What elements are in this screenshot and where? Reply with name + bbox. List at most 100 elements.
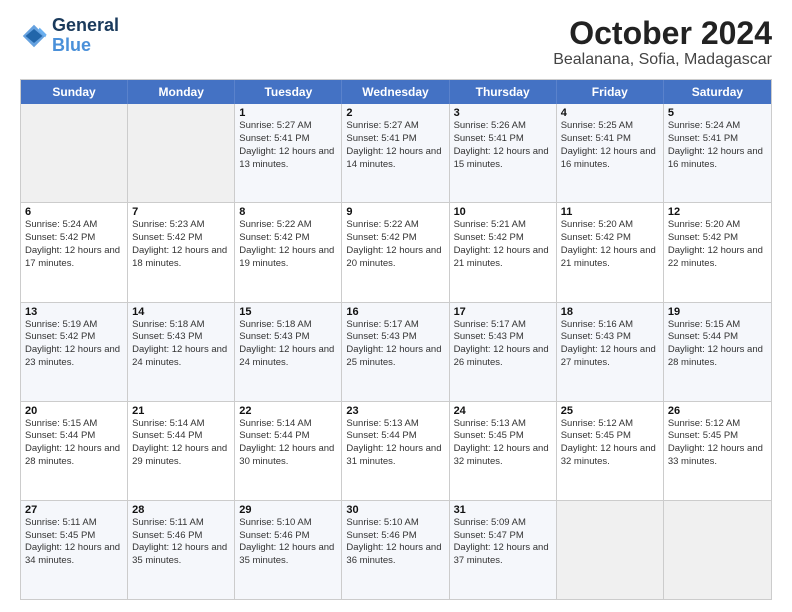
sunrise-text: Sunrise: 5:10 AM <box>346 517 444 530</box>
calendar-cell: 1Sunrise: 5:27 AMSunset: 5:41 PMDaylight… <box>235 104 342 202</box>
sunrise-text: Sunrise: 5:12 AM <box>561 418 659 431</box>
calendar-row-4: 20Sunrise: 5:15 AMSunset: 5:44 PMDayligh… <box>21 401 771 500</box>
daylight-text: Daylight: 12 hours and 20 minutes. <box>346 245 444 271</box>
sunset-text: Sunset: 5:43 PM <box>561 331 659 344</box>
sunset-text: Sunset: 5:46 PM <box>346 530 444 543</box>
sunrise-text: Sunrise: 5:14 AM <box>239 418 337 431</box>
daylight-text: Daylight: 12 hours and 24 minutes. <box>239 344 337 370</box>
daylight-text: Daylight: 12 hours and 17 minutes. <box>25 245 123 271</box>
calendar-cell: 2Sunrise: 5:27 AMSunset: 5:41 PMDaylight… <box>342 104 449 202</box>
daylight-text: Daylight: 12 hours and 21 minutes. <box>561 245 659 271</box>
calendar-cell: 30Sunrise: 5:10 AMSunset: 5:46 PMDayligh… <box>342 501 449 599</box>
sunset-text: Sunset: 5:43 PM <box>239 331 337 344</box>
sunset-text: Sunset: 5:42 PM <box>132 232 230 245</box>
daylight-text: Daylight: 12 hours and 22 minutes. <box>668 245 767 271</box>
calendar-subtitle: Bealanana, Sofia, Madagascar <box>553 51 772 69</box>
sunset-text: Sunset: 5:47 PM <box>454 530 552 543</box>
sunset-text: Sunset: 5:41 PM <box>561 133 659 146</box>
logo-icon <box>20 22 48 50</box>
day-number: 26 <box>668 405 767 417</box>
sunset-text: Sunset: 5:45 PM <box>561 430 659 443</box>
daylight-text: Daylight: 12 hours and 34 minutes. <box>25 542 123 568</box>
day-header-tuesday: Tuesday <box>235 80 342 104</box>
page: General Blue October 2024 Bealanana, Sof… <box>0 0 792 612</box>
day-number: 24 <box>454 405 552 417</box>
day-number: 5 <box>668 107 767 119</box>
sunset-text: Sunset: 5:42 PM <box>668 232 767 245</box>
sunrise-text: Sunrise: 5:22 AM <box>346 219 444 232</box>
calendar-cell: 22Sunrise: 5:14 AMSunset: 5:44 PMDayligh… <box>235 402 342 500</box>
day-number: 2 <box>346 107 444 119</box>
calendar-cell: 20Sunrise: 5:15 AMSunset: 5:44 PMDayligh… <box>21 402 128 500</box>
sunset-text: Sunset: 5:42 PM <box>25 331 123 344</box>
day-number: 22 <box>239 405 337 417</box>
calendar-row-2: 6Sunrise: 5:24 AMSunset: 5:42 PMDaylight… <box>21 202 771 301</box>
day-number: 12 <box>668 206 767 218</box>
sunrise-text: Sunrise: 5:15 AM <box>25 418 123 431</box>
logo-text: General Blue <box>52 16 119 56</box>
sunset-text: Sunset: 5:42 PM <box>561 232 659 245</box>
day-number: 14 <box>132 306 230 318</box>
sunset-text: Sunset: 5:41 PM <box>454 133 552 146</box>
daylight-text: Daylight: 12 hours and 16 minutes. <box>668 146 767 172</box>
day-number: 27 <box>25 504 123 516</box>
sunset-text: Sunset: 5:44 PM <box>239 430 337 443</box>
calendar-cell <box>664 501 771 599</box>
sunrise-text: Sunrise: 5:09 AM <box>454 517 552 530</box>
logo-line2: Blue <box>52 36 119 56</box>
day-number: 10 <box>454 206 552 218</box>
calendar-cell <box>21 104 128 202</box>
day-number: 20 <box>25 405 123 417</box>
day-number: 29 <box>239 504 337 516</box>
calendar-cell: 31Sunrise: 5:09 AMSunset: 5:47 PMDayligh… <box>450 501 557 599</box>
sunset-text: Sunset: 5:41 PM <box>346 133 444 146</box>
daylight-text: Daylight: 12 hours and 26 minutes. <box>454 344 552 370</box>
sunset-text: Sunset: 5:42 PM <box>346 232 444 245</box>
calendar-cell: 21Sunrise: 5:14 AMSunset: 5:44 PMDayligh… <box>128 402 235 500</box>
day-number: 31 <box>454 504 552 516</box>
day-number: 7 <box>132 206 230 218</box>
sunset-text: Sunset: 5:44 PM <box>668 331 767 344</box>
day-header-wednesday: Wednesday <box>342 80 449 104</box>
day-number: 17 <box>454 306 552 318</box>
daylight-text: Daylight: 12 hours and 31 minutes. <box>346 443 444 469</box>
sunrise-text: Sunrise: 5:24 AM <box>25 219 123 232</box>
daylight-text: Daylight: 12 hours and 37 minutes. <box>454 542 552 568</box>
calendar-cell: 17Sunrise: 5:17 AMSunset: 5:43 PMDayligh… <box>450 303 557 401</box>
calendar-cell <box>128 104 235 202</box>
sunset-text: Sunset: 5:45 PM <box>668 430 767 443</box>
daylight-text: Daylight: 12 hours and 35 minutes. <box>239 542 337 568</box>
calendar-cell: 6Sunrise: 5:24 AMSunset: 5:42 PMDaylight… <box>21 203 128 301</box>
day-header-thursday: Thursday <box>450 80 557 104</box>
sunrise-text: Sunrise: 5:18 AM <box>132 319 230 332</box>
calendar-cell: 13Sunrise: 5:19 AMSunset: 5:42 PMDayligh… <box>21 303 128 401</box>
sunrise-text: Sunrise: 5:17 AM <box>346 319 444 332</box>
sunset-text: Sunset: 5:43 PM <box>346 331 444 344</box>
sunrise-text: Sunrise: 5:13 AM <box>454 418 552 431</box>
daylight-text: Daylight: 12 hours and 28 minutes. <box>668 344 767 370</box>
calendar-cell: 18Sunrise: 5:16 AMSunset: 5:43 PMDayligh… <box>557 303 664 401</box>
day-number: 15 <box>239 306 337 318</box>
calendar-cell: 14Sunrise: 5:18 AMSunset: 5:43 PMDayligh… <box>128 303 235 401</box>
day-header-saturday: Saturday <box>664 80 771 104</box>
day-number: 1 <box>239 107 337 119</box>
daylight-text: Daylight: 12 hours and 19 minutes. <box>239 245 337 271</box>
day-number: 21 <box>132 405 230 417</box>
sunrise-text: Sunrise: 5:20 AM <box>668 219 767 232</box>
sunset-text: Sunset: 5:44 PM <box>346 430 444 443</box>
calendar-cell: 3Sunrise: 5:26 AMSunset: 5:41 PMDaylight… <box>450 104 557 202</box>
sunrise-text: Sunrise: 5:25 AM <box>561 120 659 133</box>
daylight-text: Daylight: 12 hours and 15 minutes. <box>454 146 552 172</box>
sunrise-text: Sunrise: 5:17 AM <box>454 319 552 332</box>
daylight-text: Daylight: 12 hours and 14 minutes. <box>346 146 444 172</box>
sunrise-text: Sunrise: 5:19 AM <box>25 319 123 332</box>
daylight-text: Daylight: 12 hours and 16 minutes. <box>561 146 659 172</box>
calendar-cell: 28Sunrise: 5:11 AMSunset: 5:46 PMDayligh… <box>128 501 235 599</box>
day-number: 11 <box>561 206 659 218</box>
day-header-friday: Friday <box>557 80 664 104</box>
calendar-cell: 11Sunrise: 5:20 AMSunset: 5:42 PMDayligh… <box>557 203 664 301</box>
sunrise-text: Sunrise: 5:10 AM <box>239 517 337 530</box>
sunset-text: Sunset: 5:42 PM <box>25 232 123 245</box>
sunrise-text: Sunrise: 5:26 AM <box>454 120 552 133</box>
calendar-cell: 29Sunrise: 5:10 AMSunset: 5:46 PMDayligh… <box>235 501 342 599</box>
